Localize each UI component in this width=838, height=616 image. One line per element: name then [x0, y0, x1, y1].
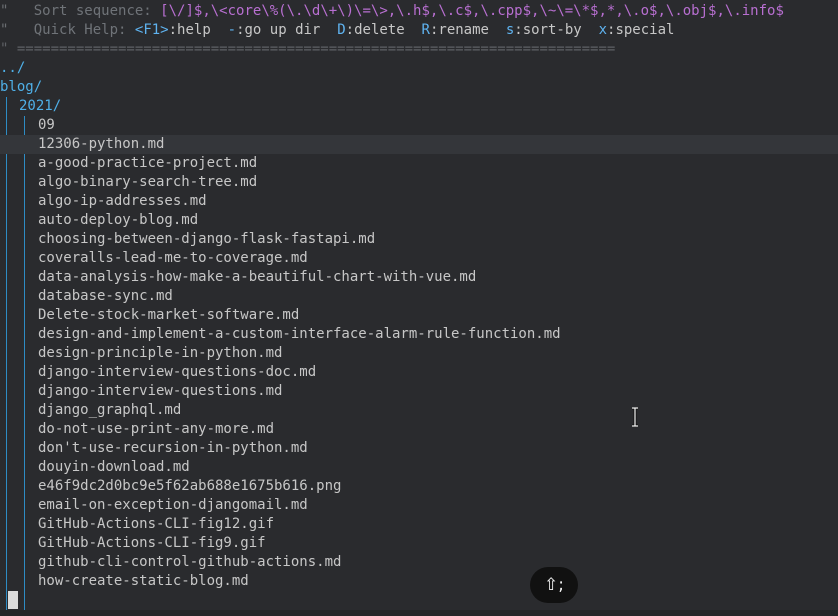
file-entry[interactable]: how-create-static-blog.md: [0, 572, 838, 591]
file-entry[interactable]: database-sync.md: [0, 287, 838, 306]
terminal-window[interactable]: " Sort sequence: [\/]$,\<core\%(\.\d\+\)…: [0, 0, 838, 616]
text-cursor: [8, 591, 18, 609]
blog-dir-entry[interactable]: blog/: [0, 78, 838, 97]
file-entry[interactable]: e46f9dc2d0bc9e5f62ab688e1675b616.png: [0, 477, 838, 496]
file-entry[interactable]: github-cli-control-github-actions.md: [0, 553, 838, 572]
sort-sequence-label: Sort sequence:: [33, 3, 161, 19]
parent-dir-entry[interactable]: ../: [0, 59, 838, 78]
file-entry[interactable]: 09: [0, 116, 838, 135]
file-entry[interactable]: django-interview-questions.md: [0, 382, 838, 401]
file-entry[interactable]: design-and-implement-a-custom-interface-…: [0, 325, 838, 344]
help-text-up-dir: :go up dir: [236, 22, 321, 38]
file-entry[interactable]: django-interview-questions-doc.md: [0, 363, 838, 382]
file-entry[interactable]: douyin-download.md: [0, 458, 838, 477]
status-bar: [0, 610, 838, 616]
help-key-delete: D: [337, 22, 346, 38]
file-entry[interactable]: auto-deploy-blog.md: [0, 211, 838, 230]
file-entry[interactable]: Delete-stock-market-software.md: [0, 306, 838, 325]
keystroke-badge: ⇧;: [530, 567, 578, 603]
help-text-rename: :rename: [429, 22, 489, 38]
sort-sequence-value: [\/]$,\<core\%(\.\d\+\)\=\>,\.h$,\.c$,\.…: [160, 3, 784, 19]
header-separator: " ======================================…: [0, 41, 616, 57]
sort-sequence-line: " Sort sequence: [\/]$,\<core\%(\.\d\+\)…: [0, 2, 838, 21]
file-entry[interactable]: design-principle-in-python.md: [0, 344, 838, 363]
quick-help-line: " Quick Help: <F1>:help -:go up dir D:de…: [0, 21, 838, 40]
file-entry[interactable]: algo-binary-search-tree.md: [0, 173, 838, 192]
file-entry[interactable]: don't-use-recursion-in-python.md: [0, 439, 838, 458]
quick-help-label: Quick Help:: [33, 22, 135, 38]
file-entry[interactable]: a-good-practice-project.md: [0, 154, 838, 173]
subdir-2021-entry[interactable]: 2021/: [0, 97, 838, 116]
file-entry[interactable]: choosing-between-django-flask-fastapi.md: [0, 230, 838, 249]
file-entry[interactable]: GitHub-Actions-CLI-fig12.gif: [0, 515, 838, 534]
file-entry[interactable]: GitHub-Actions-CLI-fig9.gif: [0, 534, 838, 553]
file-entry[interactable]: coveralls-lead-me-to-coverage.md: [0, 249, 838, 268]
help-key-f1: <F1>: [134, 22, 169, 38]
ibeam-cursor-icon: [632, 407, 638, 427]
help-key-up-dir: -: [227, 22, 237, 38]
file-entry[interactable]: do-not-use-print-any-more.md: [0, 420, 838, 439]
help-key-rename: R: [421, 22, 430, 38]
help-text-delete: :delete: [345, 22, 405, 38]
help-text-help: :help: [168, 22, 211, 38]
file-entry[interactable]: django_graphql.md: [0, 401, 838, 420]
help-key-special: x: [598, 22, 608, 38]
help-text-sort-by: :sort-by: [514, 22, 582, 38]
file-entry[interactable]: data-analysis-how-make-a-beautiful-chart…: [0, 268, 838, 287]
file-entry[interactable]: algo-ip-addresses.md: [0, 192, 838, 211]
file-entry[interactable]: email-on-exception-djangomail.md: [0, 496, 838, 515]
help-text-special: :special: [607, 22, 675, 38]
file-entry[interactable]: 12306-python.md: [0, 135, 838, 154]
